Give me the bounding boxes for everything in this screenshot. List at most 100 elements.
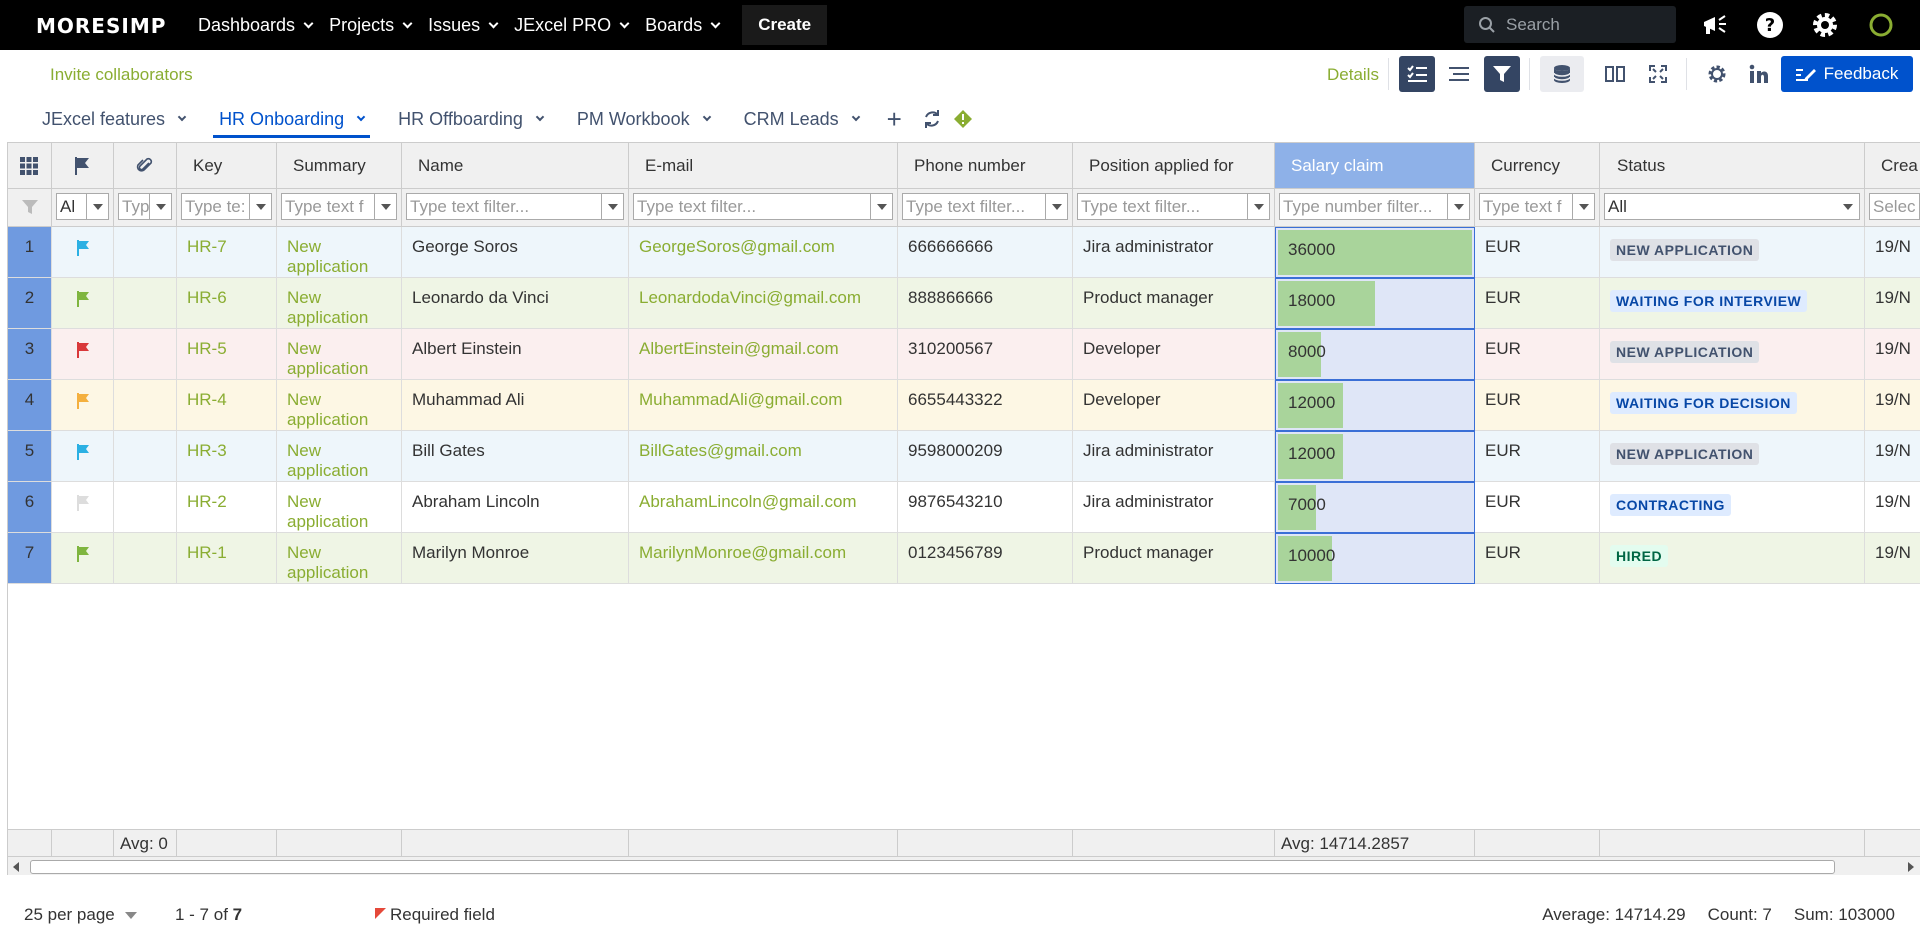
- columns-button[interactable]: [1597, 56, 1633, 92]
- salary-cell[interactable]: 12000: [1275, 380, 1475, 431]
- workbook-settings-button[interactable]: [1699, 56, 1735, 92]
- nav-projects[interactable]: Projects: [329, 15, 413, 36]
- issue-key-link[interactable]: HR-6: [177, 278, 277, 329]
- chevron-down-icon[interactable]: [177, 112, 187, 122]
- flag-cell[interactable]: [52, 482, 114, 533]
- table-row[interactable]: 1 HR-7 New application George Soros GeorgeSo…: [8, 227, 1920, 278]
- email-link[interactable]: MarilynMonroe@gmail.com: [629, 533, 898, 584]
- horizontal-scrollbar[interactable]: [8, 856, 1920, 875]
- scroll-right-icon[interactable]: [1908, 862, 1914, 872]
- nav-dashboards[interactable]: Dashboards: [198, 15, 314, 36]
- header-position[interactable]: Position applied for: [1073, 143, 1275, 189]
- chevron-down-icon[interactable]: [535, 112, 545, 122]
- add-tab-icon[interactable]: +: [887, 106, 902, 132]
- chevron-down-icon[interactable]: [1572, 194, 1594, 219]
- tab-hr-offboarding[interactable]: HR Offboarding: [386, 100, 555, 138]
- row-number[interactable]: 2: [8, 278, 52, 329]
- issue-key-link[interactable]: HR-1: [177, 533, 277, 584]
- chevron-down-icon[interactable]: [851, 112, 860, 122]
- salary-cell[interactable]: 18000: [1275, 278, 1475, 329]
- issue-key-link[interactable]: HR-7: [177, 227, 277, 278]
- filter-currency-input[interactable]: Type text f: [1479, 193, 1595, 220]
- fullscreen-button[interactable]: [1640, 56, 1676, 92]
- summary-cell[interactable]: New application: [277, 329, 402, 380]
- flag-cell[interactable]: [52, 278, 114, 329]
- position-cell[interactable]: Developer: [1073, 329, 1275, 380]
- created-cell[interactable]: 19/N: [1865, 533, 1920, 584]
- issue-key-link[interactable]: HR-5: [177, 329, 277, 380]
- tab-hr-onboarding[interactable]: HR Onboarding: [207, 100, 376, 138]
- table-row[interactable]: 3 HR-5 New application Albert Einstein Alber…: [8, 329, 1920, 380]
- tab-crm-leads[interactable]: CRM Leads: [732, 100, 871, 138]
- chevron-down-icon[interactable]: [249, 194, 271, 219]
- user-avatar[interactable]: [1866, 10, 1896, 40]
- email-link[interactable]: AbrahamLincoln@gmail.com: [629, 482, 898, 533]
- chevron-down-icon[interactable]: [702, 112, 711, 122]
- app-logo[interactable]: MORESIMP: [36, 14, 166, 38]
- currency-cell[interactable]: EUR: [1475, 533, 1600, 584]
- table-row[interactable]: 5 HR-3 New application Bill Gates BillGates@…: [8, 431, 1920, 482]
- filter-flag-select[interactable]: Al: [56, 193, 109, 220]
- created-cell[interactable]: 19/N: [1865, 227, 1920, 278]
- salary-cell[interactable]: 7000: [1275, 482, 1475, 533]
- tab-jexcel-features[interactable]: JExcel features: [30, 100, 197, 138]
- email-link[interactable]: GeorgeSoros@gmail.com: [629, 227, 898, 278]
- issue-key-link[interactable]: HR-4: [177, 380, 277, 431]
- currency-cell[interactable]: EUR: [1475, 329, 1600, 380]
- status-cell[interactable]: NEW APPLICATION: [1600, 329, 1865, 380]
- currency-cell[interactable]: EUR: [1475, 227, 1600, 278]
- issue-key-link[interactable]: HR-3: [177, 431, 277, 482]
- warning-icon[interactable]: [953, 110, 972, 128]
- status-cell[interactable]: WAITING FOR DECISION: [1600, 380, 1865, 431]
- table-row[interactable]: 7 HR-1 New application Marilyn Monroe Marily…: [8, 533, 1920, 584]
- status-cell[interactable]: HIRED: [1600, 533, 1865, 584]
- header-key[interactable]: Key: [177, 143, 277, 189]
- email-link[interactable]: MuhammadAli@gmail.com: [629, 380, 898, 431]
- attachment-cell[interactable]: [114, 482, 177, 533]
- filter-name-input[interactable]: Type text filter...: [406, 193, 624, 220]
- nav-jexcel-pro[interactable]: JExcel PRO: [514, 15, 630, 36]
- create-button[interactable]: Create: [742, 5, 828, 45]
- header-status[interactable]: Status: [1600, 143, 1865, 189]
- row-number[interactable]: 6: [8, 482, 52, 533]
- name-cell[interactable]: Albert Einstein: [402, 329, 629, 380]
- nav-issues[interactable]: Issues: [428, 15, 499, 36]
- summary-cell[interactable]: New application: [277, 227, 402, 278]
- row-number[interactable]: 7: [8, 533, 52, 584]
- flag-icon[interactable]: [76, 290, 90, 308]
- attachment-cell[interactable]: [114, 533, 177, 584]
- row-number[interactable]: 5: [8, 431, 52, 482]
- summary-cell[interactable]: New application: [277, 278, 402, 329]
- email-link[interactable]: LeonardodaVinci@gmail.com: [629, 278, 898, 329]
- attachment-cell[interactable]: [114, 278, 177, 329]
- settings-gear-icon[interactable]: [1810, 10, 1840, 40]
- summary-cell[interactable]: New application: [277, 380, 402, 431]
- status-cell[interactable]: WAITING FOR INTERVIEW: [1600, 278, 1865, 329]
- table-row[interactable]: 2 HR-6 New application Leonardo da Vinci Leo…: [8, 278, 1920, 329]
- chevron-down-icon[interactable]: [149, 194, 171, 219]
- chevron-down-icon[interactable]: [1837, 194, 1859, 219]
- position-cell[interactable]: Jira administrator: [1073, 431, 1275, 482]
- phone-cell[interactable]: 9598000209: [898, 431, 1073, 482]
- feedback-button[interactable]: Feedback: [1781, 56, 1913, 92]
- phone-cell[interactable]: 888866666: [898, 278, 1073, 329]
- chevron-down-icon[interactable]: [356, 112, 366, 122]
- created-cell[interactable]: 19/N: [1865, 380, 1920, 431]
- issue-key-link[interactable]: HR-2: [177, 482, 277, 533]
- position-cell[interactable]: Product manager: [1073, 278, 1275, 329]
- header-attachment[interactable]: [114, 143, 177, 189]
- status-cell[interactable]: NEW APPLICATION: [1600, 227, 1865, 278]
- chevron-down-icon[interactable]: [374, 194, 396, 219]
- per-page-select[interactable]: 25 per page: [24, 905, 137, 925]
- name-cell[interactable]: Muhammad Ali: [402, 380, 629, 431]
- scrollbar-thumb[interactable]: [30, 860, 1835, 874]
- header-phone[interactable]: Phone number: [898, 143, 1073, 189]
- filter-email-input[interactable]: Type text filter...: [633, 193, 893, 220]
- currency-cell[interactable]: EUR: [1475, 482, 1600, 533]
- currency-cell[interactable]: EUR: [1475, 431, 1600, 482]
- header-currency[interactable]: Currency: [1475, 143, 1600, 189]
- phone-cell[interactable]: 0123456789: [898, 533, 1073, 584]
- filter-attachment-input[interactable]: Typ: [118, 193, 172, 220]
- position-cell[interactable]: Jira administrator: [1073, 227, 1275, 278]
- table-row[interactable]: 6 HR-2 New application Abraham Lincoln Abrah…: [8, 482, 1920, 533]
